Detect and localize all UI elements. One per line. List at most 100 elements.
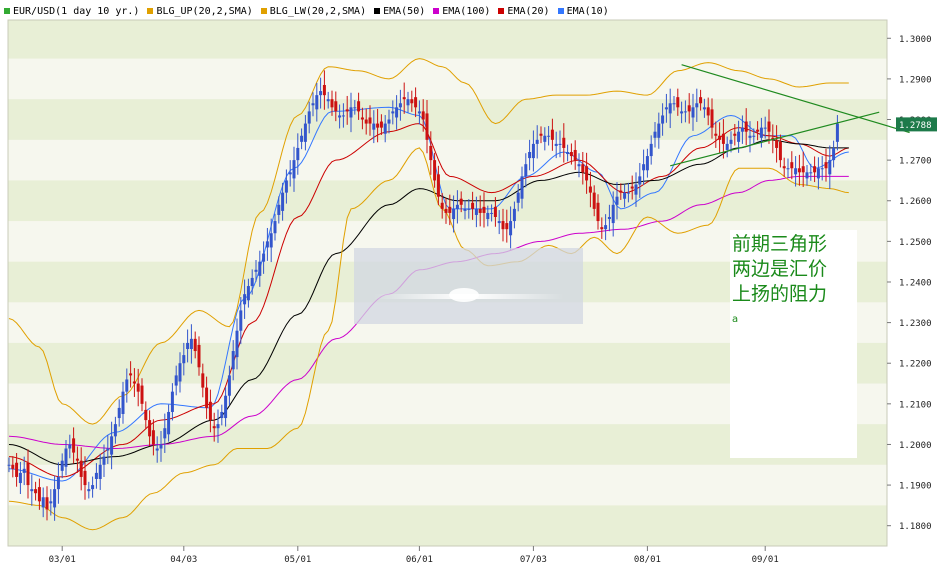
candle-body	[26, 462, 30, 486]
legend-item: EMA(10)	[557, 6, 609, 17]
candle-body	[353, 107, 357, 109]
candle-body	[68, 444, 72, 449]
candle-body	[687, 105, 691, 112]
candle-body	[345, 109, 349, 112]
candle-body	[824, 162, 828, 169]
candle-body	[402, 97, 406, 100]
y-tick-label: 1.2700	[899, 157, 932, 167]
candle-body	[53, 489, 57, 508]
candle-body	[429, 145, 433, 161]
candle-body	[623, 192, 627, 199]
candle-body	[231, 351, 235, 370]
legend-swatch	[557, 8, 564, 14]
candle-body	[661, 115, 665, 124]
legend-item: EMA(100)	[433, 6, 490, 17]
candle-body	[748, 135, 752, 138]
y-tick-label: 1.3000	[899, 35, 932, 45]
candle-body	[212, 426, 216, 429]
legend-swatch	[4, 8, 10, 14]
candle-body	[505, 223, 509, 230]
y-tick-label: 1.2400	[899, 278, 932, 288]
candle-body	[569, 152, 573, 157]
candle-body	[144, 409, 148, 421]
candle-body	[626, 192, 630, 194]
candle-body	[129, 373, 133, 376]
candle-body	[816, 168, 820, 179]
candle-body	[159, 444, 163, 449]
candle-body	[83, 470, 87, 486]
candle-body	[326, 99, 330, 102]
candle-body	[794, 168, 798, 175]
candle-body	[360, 117, 364, 120]
candle-body	[319, 91, 323, 96]
candle-body	[463, 208, 467, 211]
candle-body	[634, 184, 638, 195]
candle-body	[155, 448, 159, 451]
x-tick-label: 03/01	[49, 555, 76, 565]
candle-body	[174, 375, 178, 386]
candle-body	[292, 160, 296, 179]
annotation-box: 前期三角形 两边是汇价 上扬的阻力 a	[730, 230, 857, 458]
candle-body	[585, 166, 589, 181]
annotation-line-2: 两边是汇价	[732, 258, 828, 280]
annotation-line-3: 上扬的阻力	[732, 283, 828, 305]
candle-body	[357, 101, 361, 112]
candle-body	[125, 379, 129, 392]
candle-body	[87, 489, 91, 492]
candle-body	[645, 156, 649, 171]
candle-body	[592, 192, 596, 209]
candle-body	[702, 107, 706, 110]
candle-body	[227, 375, 231, 396]
y-tick-label: 1.2900	[899, 75, 932, 85]
candle-body	[782, 166, 786, 169]
candle-body	[436, 174, 440, 197]
candle-body	[330, 99, 334, 108]
candle-body	[490, 212, 494, 214]
candle-body	[543, 135, 547, 142]
candle-body	[258, 261, 262, 276]
candle-body	[725, 143, 729, 150]
candle-body	[493, 206, 497, 217]
x-tick-label: 09/01	[752, 555, 779, 565]
candle-body	[512, 208, 516, 222]
candle-body	[34, 489, 38, 494]
candle-body	[638, 176, 642, 185]
candle-body	[444, 208, 448, 213]
candle-body	[539, 133, 543, 136]
legend-swatch	[433, 8, 440, 14]
candle-body	[22, 468, 26, 473]
candle-body	[619, 190, 623, 193]
candle-body	[315, 95, 319, 110]
candle-body	[11, 464, 15, 469]
candle-body	[186, 342, 190, 350]
candle-body	[615, 196, 619, 205]
candle-body	[547, 135, 551, 137]
candle-body	[30, 489, 34, 492]
candle-body	[566, 152, 570, 155]
candle-body	[296, 147, 300, 161]
chart-window: 1.1800 1.1900 1.2000 1.2100 1.2200 1.2300 1.24…	[0, 0, 937, 574]
candle-body	[277, 204, 281, 215]
candle-body	[835, 123, 839, 142]
candle-body	[558, 143, 562, 145]
candle-body	[349, 107, 353, 118]
candle-body	[482, 206, 486, 213]
candle-body	[550, 129, 554, 140]
candle-body	[672, 103, 676, 105]
candle-body	[197, 344, 201, 368]
candle-body	[281, 192, 285, 211]
candle-body	[501, 221, 505, 230]
candle-body	[7, 464, 11, 466]
candle-body	[763, 127, 767, 129]
candle-body	[121, 391, 125, 414]
candle-body	[37, 487, 41, 502]
x-tick-label: 06/01	[406, 555, 433, 565]
candle-body	[110, 436, 114, 455]
candle-body	[649, 143, 653, 157]
candle-body	[239, 310, 243, 331]
candle-body	[288, 172, 292, 175]
candle-body	[744, 121, 748, 132]
candle-body	[265, 241, 269, 248]
candle-body	[767, 121, 771, 132]
candle-body	[254, 269, 258, 272]
